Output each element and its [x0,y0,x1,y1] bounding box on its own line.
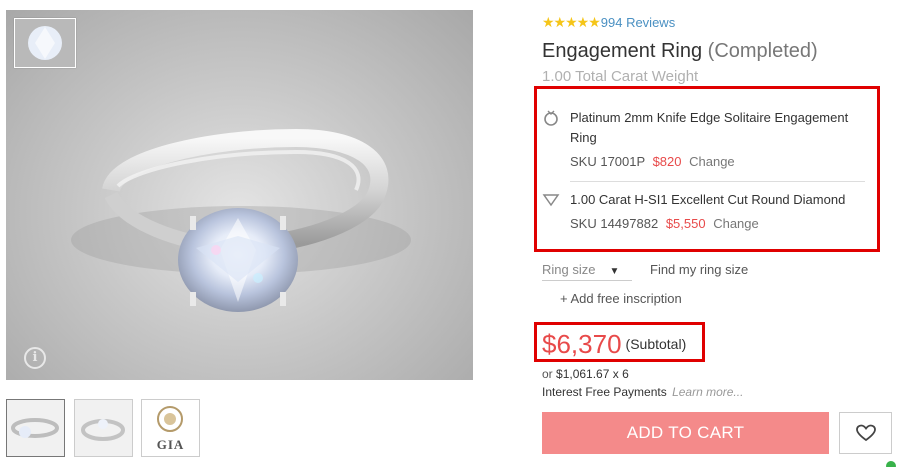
thumbnail-gia-certificate[interactable]: GIA [141,399,200,457]
carat-weight: 1.00 Total Carat Weight [542,68,699,85]
ring-size-select[interactable]: Ring size ▼ [542,262,619,277]
chevron-down-icon: ▼ [609,266,620,277]
gia-label: GIA [156,437,185,452]
ring-image [71,128,411,312]
find-ring-size-link[interactable]: Find my ring size [650,262,748,277]
ring-icon [544,110,558,126]
diamond-sku: SKU 14497882 [570,216,659,231]
add-inscription-link[interactable]: + Add free inscription [560,291,682,306]
subtotal: $6,370 (Subtotal) [542,329,686,360]
heart-icon [855,424,876,442]
financing-prefix: or [542,367,553,381]
change-setting-link[interactable]: Change [689,154,735,169]
financing-line: or $1,061.67 x 6 [542,367,629,381]
status-indicator [886,461,896,467]
page-title: Engagement Ring (Completed) [542,40,818,63]
diamond-name: 1.00 Carat H-SI1 Excellent Cut Round Dia… [570,192,846,207]
completion-status: (Completed) [707,40,818,62]
product-title: Engagement Ring [542,40,703,62]
learn-more-link[interactable]: Learn more... [672,385,743,399]
diamond-price: $5,550 [665,216,706,231]
setting-name: Platinum 2mm Knife Edge Solitaire Engage… [570,110,849,145]
setting-sku: SKU 17001P [570,154,645,169]
thumbnail-ring-side[interactable] [6,399,65,457]
add-to-cart-button[interactable]: ADD TO CART [542,412,829,454]
ring-size-underline [542,280,632,281]
info-icon[interactable]: i [24,347,46,369]
wishlist-button[interactable] [839,412,892,454]
zoom-thumbnail[interactable] [14,18,76,68]
rating: ★★★★★ 994 Reviews [542,14,675,31]
setting-price: $820 [652,154,682,169]
gia-seal-icon [157,406,183,432]
divider [570,181,865,182]
interest-free-label: Interest Free Payments [542,385,667,399]
product-details: ★★★★★ 994 Reviews Engagement Ring (Compl… [534,0,892,467]
diamond-icon [542,194,560,207]
thumbnail-ring-angle[interactable] [74,399,133,457]
star-rating-icon: ★★★★★ [542,14,601,30]
change-diamond-link[interactable]: Change [713,216,759,231]
subtotal-price: $6,370 [542,329,622,359]
ring-size-label: Ring size [542,262,596,277]
financing-amount: $1,061.67 x 6 [556,367,629,381]
subtotal-label: (Subtotal) [625,336,687,352]
interest-line: Interest Free Payments Learn more... [542,385,743,399]
reviews-link[interactable]: 994 Reviews [601,15,675,30]
main-product-image[interactable]: i [6,10,473,380]
